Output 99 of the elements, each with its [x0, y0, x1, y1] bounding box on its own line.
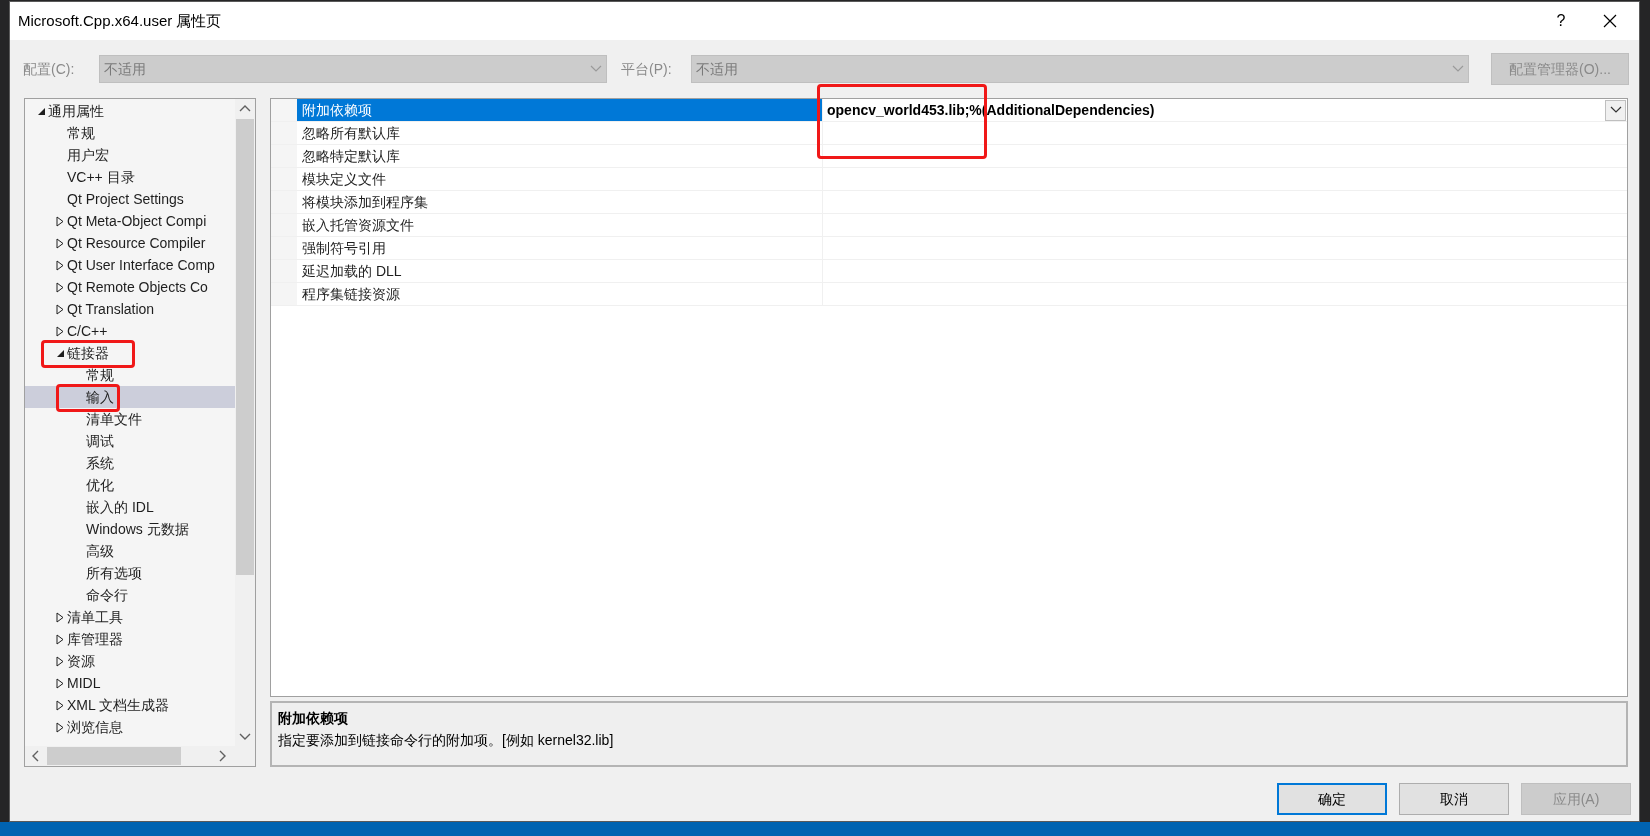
config-label: 配置(C): [23, 59, 76, 79]
tree-item[interactable]: 清单工具 [25, 606, 235, 628]
chevron-down-icon [1452, 65, 1464, 73]
tree-item[interactable]: 浏览信息 [25, 716, 235, 738]
tree-item-label: Qt Project Settings [67, 189, 184, 209]
description-title: 附加依赖项 [278, 709, 349, 728]
tree-item-label: 链接器 [67, 342, 109, 364]
tree-item-label: 清单文件 [86, 409, 142, 429]
tree-item[interactable]: Qt Meta-Object Compi [25, 210, 235, 232]
dialog-button[interactable]: 确定 [1277, 783, 1387, 815]
collapse-arrow-icon[interactable] [56, 348, 65, 358]
tree-item-label: C/C++ [67, 321, 108, 341]
expand-arrow-icon[interactable] [56, 281, 64, 293]
description-text: 指定要添加到链接命令行的附加项。[例如 kernel32.lib] [278, 731, 615, 750]
expand-arrow-icon[interactable] [56, 677, 64, 689]
close-icon [1603, 14, 1617, 28]
tree-item-label: 系统 [86, 453, 114, 473]
tree-item-label: 高级 [86, 541, 114, 561]
tree-item[interactable]: Qt User Interface Comp [25, 254, 235, 276]
expand-arrow-icon[interactable] [56, 699, 64, 711]
tree-item-label: 嵌入的 IDL [86, 497, 154, 517]
property-name[interactable]: 将模块添加到程序集 [297, 191, 823, 213]
tree-item[interactable]: C/C++ [25, 320, 235, 342]
tree-item[interactable]: 通用属性 [25, 100, 235, 122]
expand-arrow-icon[interactable] [56, 655, 64, 667]
tree-item[interactable]: 优化 [25, 474, 235, 496]
tree-item-label: XML 文档生成器 [67, 695, 170, 715]
tree-item[interactable]: Windows 元数据 [25, 518, 235, 540]
expand-arrow-icon[interactable] [56, 237, 64, 249]
tree-item-label: Qt Meta-Object Compi [67, 211, 207, 231]
tree-item[interactable]: MIDL [25, 672, 235, 694]
collapse-arrow-icon[interactable] [37, 106, 46, 116]
property-name[interactable]: 强制符号引用 [297, 237, 823, 259]
tree-item[interactable]: 用户宏 [25, 144, 235, 166]
tree-item[interactable]: 系统 [25, 452, 235, 474]
tree-item[interactable]: VC++ 目录 [25, 166, 235, 188]
tree-item[interactable]: 嵌入的 IDL [25, 496, 235, 518]
tree-item[interactable]: 常规 [25, 122, 235, 144]
tree-item-label: Qt Remote Objects Co [67, 277, 208, 297]
tree-item[interactable]: Qt Remote Objects Co [25, 276, 235, 298]
tree-item[interactable]: 资源 [25, 650, 235, 672]
tree-item-label: 常规 [67, 123, 95, 143]
tree-item-label: 库管理器 [67, 629, 123, 649]
tree-item[interactable]: Qt Project Settings [25, 188, 235, 210]
tree-item-label: Qt Translation [67, 299, 155, 319]
dropdown-button[interactable] [1605, 99, 1626, 121]
tree-item[interactable]: XML 文档生成器 [25, 694, 235, 716]
tree-item[interactable]: 库管理器 [25, 628, 235, 650]
platform-value: 不适用 [696, 59, 739, 79]
tree-item-label: Qt Resource Compiler [67, 233, 206, 253]
tree-item-label: 清单工具 [67, 607, 123, 627]
tree-item[interactable]: 链接器 [25, 342, 235, 364]
tree-item[interactable]: 命令行 [25, 584, 235, 606]
property-name[interactable]: 延迟加载的 DLL [297, 260, 823, 282]
property-name[interactable]: 忽略特定默认库 [297, 145, 823, 167]
property-name[interactable]: 忽略所有默认库 [297, 122, 823, 144]
tree-item-label: VC++ 目录 [67, 167, 135, 187]
tree-item[interactable]: 高级 [25, 540, 235, 562]
tree-item-label: 通用属性 [48, 101, 104, 121]
chevron-down-icon [1609, 106, 1622, 114]
property-name[interactable]: 嵌入托管资源文件 [297, 214, 823, 236]
tree-item[interactable]: Qt Resource Compiler [25, 232, 235, 254]
tree-item-label: 所有选项 [86, 563, 142, 583]
tree-item-label: MIDL [67, 673, 101, 693]
tree-item-label: Qt User Interface Comp [67, 255, 215, 275]
tree-item-label: 用户宏 [67, 145, 109, 165]
expand-arrow-icon[interactable] [56, 611, 64, 623]
tree-item-label: 调试 [86, 431, 114, 451]
tree-item[interactable]: 调试 [25, 430, 235, 452]
expand-arrow-icon[interactable] [56, 721, 64, 733]
property-name[interactable]: 程序集链接资源 [297, 283, 823, 305]
tree-item-label: Windows 元数据 [86, 519, 189, 539]
expand-arrow-icon[interactable] [56, 303, 64, 315]
tree-item-label: 常规 [86, 365, 114, 385]
scrollbar-thumb[interactable] [47, 747, 181, 765]
tree-item-label: 命令行 [86, 585, 128, 605]
scrollbar-thumb[interactable] [236, 119, 254, 575]
platform-label: 平台(P): [621, 59, 673, 79]
expand-arrow-icon[interactable] [56, 215, 64, 227]
tree-item[interactable]: 所有选项 [25, 562, 235, 584]
horizontal-scrollbar[interactable] [25, 746, 255, 766]
chevron-down-icon [590, 65, 602, 73]
property-name[interactable]: 模块定义文件 [297, 168, 823, 190]
tree-item-label: 优化 [86, 475, 114, 495]
expand-arrow-icon[interactable] [56, 259, 64, 271]
tree-item[interactable]: 清单文件 [25, 408, 235, 430]
tree-item-label: 资源 [67, 651, 95, 671]
help-button[interactable]: ? [1541, 3, 1581, 39]
expand-arrow-icon[interactable] [56, 633, 64, 645]
dialog-button[interactable]: 取消 [1399, 783, 1509, 815]
tree-item-label: 浏览信息 [67, 717, 123, 737]
expand-arrow-icon[interactable] [56, 325, 64, 337]
vertical-scrollbar[interactable] [235, 99, 255, 746]
tree-item-label: 输入 [86, 386, 114, 408]
tree-item[interactable]: Qt Translation [25, 298, 235, 320]
property-name[interactable]: 附加依赖项 [297, 99, 823, 121]
config-value: 不适用 [104, 59, 147, 79]
window-title: Microsoft.Cpp.x64.user 属性页 [18, 10, 223, 31]
tree-item[interactable]: 常规 [25, 364, 235, 386]
